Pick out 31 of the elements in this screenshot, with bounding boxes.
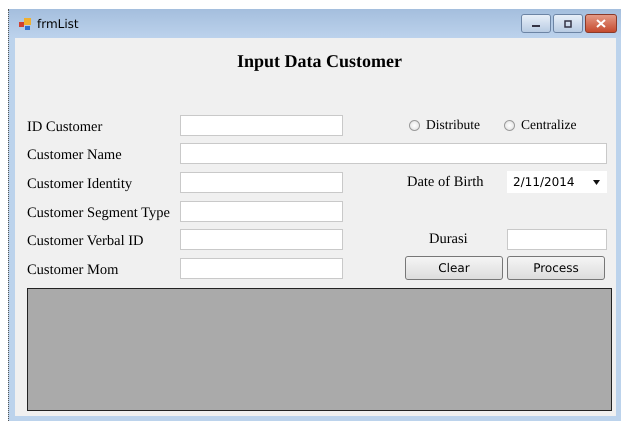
- durasi-label: Durasi: [429, 231, 469, 248]
- radio-option[interactable]: Distribute: [409, 117, 480, 134]
- field-label: Customer Name: [27, 146, 123, 164]
- close-button[interactable]: [585, 14, 617, 33]
- maximize-button[interactable]: [553, 14, 583, 33]
- input-field[interactable]: [507, 229, 607, 250]
- close-icon: [596, 19, 606, 28]
- input-field[interactable]: [180, 172, 343, 193]
- radio-button[interactable]: [409, 120, 420, 131]
- field-label: Customer Segment Type: [27, 204, 171, 222]
- field-label: Customer Verbal ID: [27, 232, 145, 250]
- date-picker[interactable]: 2/11/2014: [507, 171, 607, 194]
- clear-button[interactable]: Clear: [405, 256, 503, 280]
- radio-button[interactable]: [504, 120, 515, 131]
- field-label: Customer Identity: [27, 174, 134, 193]
- field-label: ID Customer: [27, 118, 104, 136]
- input-field[interactable]: [180, 229, 343, 250]
- form-heading: Input Data Customer: [236, 51, 403, 73]
- input-field[interactable]: [180, 258, 343, 279]
- field-label: Customer Mom: [27, 260, 120, 279]
- input-field[interactable]: [180, 143, 607, 164]
- app-icon: [18, 16, 32, 30]
- minimize-button[interactable]: [521, 14, 551, 33]
- maximize-icon: [563, 20, 573, 28]
- process-button[interactable]: Process: [507, 256, 605, 280]
- dropdown-arrow-icon: [592, 180, 601, 185]
- input-field[interactable]: [180, 200, 343, 222]
- window-title: frmList: [37, 16, 79, 30]
- radio-option[interactable]: Centralize: [504, 117, 576, 134]
- date-label: Date of Birth: [407, 174, 485, 191]
- input-field[interactable]: [180, 114, 343, 136]
